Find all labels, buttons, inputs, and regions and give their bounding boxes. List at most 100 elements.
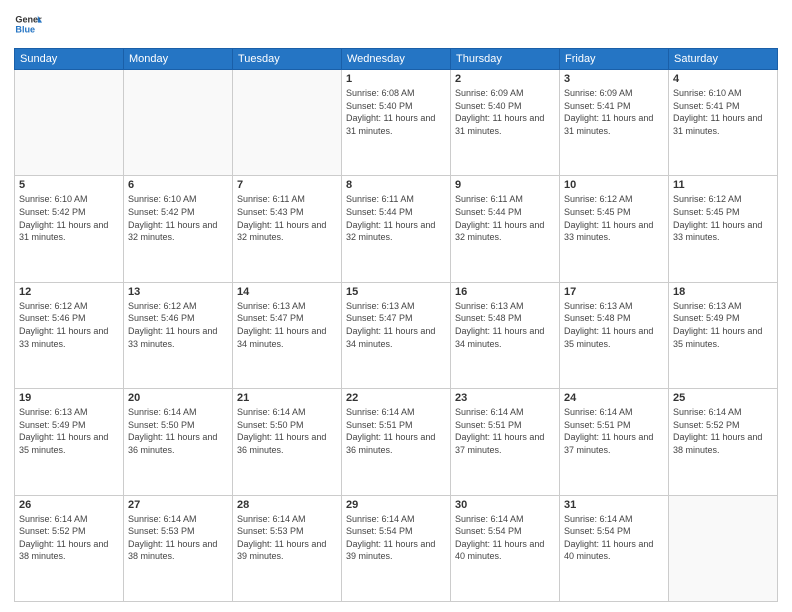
day-number: 19 <box>19 392 119 404</box>
day-info: Sunrise: 6:14 AM Sunset: 5:51 PM Dayligh… <box>455 406 555 456</box>
calendar-cell <box>233 70 342 176</box>
day-info: Sunrise: 6:11 AM Sunset: 5:43 PM Dayligh… <box>237 193 337 243</box>
day-number: 1 <box>346 73 446 85</box>
calendar-table: SundayMondayTuesdayWednesdayThursdayFrid… <box>14 48 778 602</box>
day-number: 23 <box>455 392 555 404</box>
day-info: Sunrise: 6:11 AM Sunset: 5:44 PM Dayligh… <box>455 193 555 243</box>
day-info: Sunrise: 6:09 AM Sunset: 5:41 PM Dayligh… <box>564 87 664 137</box>
day-info: Sunrise: 6:14 AM Sunset: 5:54 PM Dayligh… <box>346 513 446 563</box>
calendar-cell: 19 Sunrise: 6:13 AM Sunset: 5:49 PM Dayli… <box>15 389 124 495</box>
day-info: Sunrise: 6:13 AM Sunset: 5:49 PM Dayligh… <box>673 300 773 350</box>
header: General Blue <box>14 10 778 38</box>
calendar-cell: 8 Sunrise: 6:11 AM Sunset: 5:44 PM Daylig… <box>342 176 451 282</box>
day-number: 31 <box>564 499 664 511</box>
calendar-cell: 21 Sunrise: 6:14 AM Sunset: 5:50 PM Dayli… <box>233 389 342 495</box>
day-info: Sunrise: 6:12 AM Sunset: 5:46 PM Dayligh… <box>128 300 228 350</box>
day-info: Sunrise: 6:13 AM Sunset: 5:48 PM Dayligh… <box>564 300 664 350</box>
day-number: 12 <box>19 286 119 298</box>
day-number: 9 <box>455 179 555 191</box>
calendar-cell <box>15 70 124 176</box>
calendar-cell: 17 Sunrise: 6:13 AM Sunset: 5:48 PM Dayli… <box>560 282 669 388</box>
calendar-cell: 25 Sunrise: 6:14 AM Sunset: 5:52 PM Dayli… <box>669 389 778 495</box>
weekday-header-saturday: Saturday <box>669 49 778 70</box>
calendar-header-row: SundayMondayTuesdayWednesdayThursdayFrid… <box>15 49 778 70</box>
day-info: Sunrise: 6:14 AM Sunset: 5:50 PM Dayligh… <box>237 406 337 456</box>
weekday-header-wednesday: Wednesday <box>342 49 451 70</box>
day-number: 7 <box>237 179 337 191</box>
day-info: Sunrise: 6:14 AM Sunset: 5:53 PM Dayligh… <box>237 513 337 563</box>
day-info: Sunrise: 6:09 AM Sunset: 5:40 PM Dayligh… <box>455 87 555 137</box>
calendar-cell: 22 Sunrise: 6:14 AM Sunset: 5:51 PM Dayli… <box>342 389 451 495</box>
day-info: Sunrise: 6:14 AM Sunset: 5:51 PM Dayligh… <box>564 406 664 456</box>
day-info: Sunrise: 6:13 AM Sunset: 5:48 PM Dayligh… <box>455 300 555 350</box>
calendar-cell: 5 Sunrise: 6:10 AM Sunset: 5:42 PM Daylig… <box>15 176 124 282</box>
day-number: 5 <box>19 179 119 191</box>
day-number: 22 <box>346 392 446 404</box>
weekday-header-friday: Friday <box>560 49 669 70</box>
day-number: 30 <box>455 499 555 511</box>
day-info: Sunrise: 6:14 AM Sunset: 5:53 PM Dayligh… <box>128 513 228 563</box>
day-info: Sunrise: 6:14 AM Sunset: 5:51 PM Dayligh… <box>346 406 446 456</box>
calendar-cell <box>124 70 233 176</box>
calendar-cell: 3Sunrise: 6:09 AM Sunset: 5:41 PM Daylig… <box>560 70 669 176</box>
logo-icon: General Blue <box>14 10 42 38</box>
day-number: 16 <box>455 286 555 298</box>
day-info: Sunrise: 6:14 AM Sunset: 5:50 PM Dayligh… <box>128 406 228 456</box>
calendar-cell: 28Sunrise: 6:14 AM Sunset: 5:53 PM Dayli… <box>233 495 342 601</box>
day-number: 29 <box>346 499 446 511</box>
calendar-cell: 16 Sunrise: 6:13 AM Sunset: 5:48 PM Dayli… <box>451 282 560 388</box>
day-info: Sunrise: 6:10 AM Sunset: 5:41 PM Dayligh… <box>673 87 773 137</box>
day-info: Sunrise: 6:14 AM Sunset: 5:52 PM Dayligh… <box>19 513 119 563</box>
day-number: 26 <box>19 499 119 511</box>
day-info: Sunrise: 6:08 AM Sunset: 5:40 PM Dayligh… <box>346 87 446 137</box>
svg-text:Blue: Blue <box>15 24 35 34</box>
week-row-1: 1 Sunrise: 6:08 AM Sunset: 5:40 PM Daylig… <box>15 70 778 176</box>
day-info: Sunrise: 6:11 AM Sunset: 5:44 PM Dayligh… <box>346 193 446 243</box>
day-info: Sunrise: 6:12 AM Sunset: 5:45 PM Dayligh… <box>673 193 773 243</box>
week-row-5: 26 Sunrise: 6:14 AM Sunset: 5:52 PM Dayli… <box>15 495 778 601</box>
calendar-cell: 30 Sunrise: 6:14 AM Sunset: 5:54 PM Dayli… <box>451 495 560 601</box>
day-number: 18 <box>673 286 773 298</box>
weekday-header-tuesday: Tuesday <box>233 49 342 70</box>
weekday-header-sunday: Sunday <box>15 49 124 70</box>
day-info: Sunrise: 6:13 AM Sunset: 5:49 PM Dayligh… <box>19 406 119 456</box>
calendar-cell: 11 Sunrise: 6:12 AM Sunset: 5:45 PM Dayli… <box>669 176 778 282</box>
day-number: 15 <box>346 286 446 298</box>
day-info: Sunrise: 6:12 AM Sunset: 5:46 PM Dayligh… <box>19 300 119 350</box>
day-number: 6 <box>128 179 228 191</box>
calendar-cell: 24 Sunrise: 6:14 AM Sunset: 5:51 PM Dayli… <box>560 389 669 495</box>
calendar-cell: 20 Sunrise: 6:14 AM Sunset: 5:50 PM Dayli… <box>124 389 233 495</box>
day-info: Sunrise: 6:10 AM Sunset: 5:42 PM Dayligh… <box>19 193 119 243</box>
calendar-cell: 14Sunrise: 6:13 AM Sunset: 5:47 PM Dayli… <box>233 282 342 388</box>
day-info: Sunrise: 6:10 AM Sunset: 5:42 PM Dayligh… <box>128 193 228 243</box>
day-number: 14 <box>237 286 337 298</box>
day-number: 27 <box>128 499 228 511</box>
calendar-cell: 29 Sunrise: 6:14 AM Sunset: 5:54 PM Dayli… <box>342 495 451 601</box>
calendar-cell: 2Sunrise: 6:09 AM Sunset: 5:40 PM Daylig… <box>451 70 560 176</box>
day-number: 24 <box>564 392 664 404</box>
week-row-4: 19 Sunrise: 6:13 AM Sunset: 5:49 PM Dayli… <box>15 389 778 495</box>
calendar-cell: 26 Sunrise: 6:14 AM Sunset: 5:52 PM Dayli… <box>15 495 124 601</box>
day-info: Sunrise: 6:14 AM Sunset: 5:54 PM Dayligh… <box>455 513 555 563</box>
day-number: 11 <box>673 179 773 191</box>
calendar-cell: 6 Sunrise: 6:10 AM Sunset: 5:42 PM Daylig… <box>124 176 233 282</box>
day-number: 13 <box>128 286 228 298</box>
logo: General Blue <box>14 10 44 38</box>
day-number: 25 <box>673 392 773 404</box>
day-number: 21 <box>237 392 337 404</box>
calendar-cell: 27 Sunrise: 6:14 AM Sunset: 5:53 PM Dayli… <box>124 495 233 601</box>
day-info: Sunrise: 6:14 AM Sunset: 5:54 PM Dayligh… <box>564 513 664 563</box>
week-row-2: 5 Sunrise: 6:10 AM Sunset: 5:42 PM Daylig… <box>15 176 778 282</box>
calendar-cell: 23 Sunrise: 6:14 AM Sunset: 5:51 PM Dayli… <box>451 389 560 495</box>
weekday-header-monday: Monday <box>124 49 233 70</box>
day-info: Sunrise: 6:14 AM Sunset: 5:52 PM Dayligh… <box>673 406 773 456</box>
day-number: 17 <box>564 286 664 298</box>
day-number: 20 <box>128 392 228 404</box>
calendar-cell: 12 Sunrise: 6:12 AM Sunset: 5:46 PM Dayli… <box>15 282 124 388</box>
calendar-cell: 18 Sunrise: 6:13 AM Sunset: 5:49 PM Dayli… <box>669 282 778 388</box>
calendar-cell: 9 Sunrise: 6:11 AM Sunset: 5:44 PM Daylig… <box>451 176 560 282</box>
calendar-cell: 13 Sunrise: 6:12 AM Sunset: 5:46 PM Dayli… <box>124 282 233 388</box>
day-number: 8 <box>346 179 446 191</box>
calendar-cell: 7 Sunrise: 6:11 AM Sunset: 5:43 PM Daylig… <box>233 176 342 282</box>
week-row-3: 12 Sunrise: 6:12 AM Sunset: 5:46 PM Dayli… <box>15 282 778 388</box>
